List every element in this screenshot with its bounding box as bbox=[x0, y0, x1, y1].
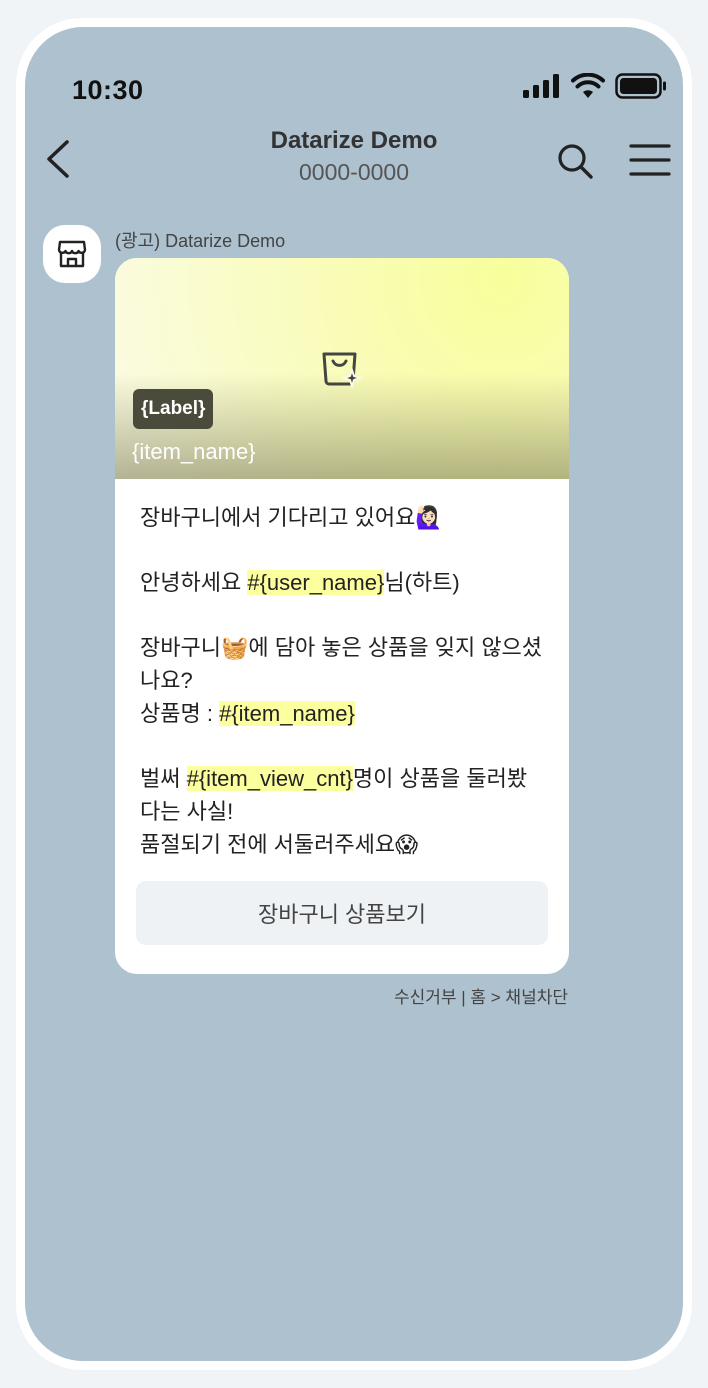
footer-links: 수신거부 | 홈 > 채널차단 bbox=[394, 983, 568, 1008]
shopping-bag-sparkle-icon bbox=[322, 352, 363, 390]
message-line: 품절되기 전에 서둘러주세요😱 bbox=[140, 832, 419, 857]
search-icon[interactable] bbox=[555, 141, 595, 181]
store-icon bbox=[57, 240, 87, 268]
message-card: {Label} {item_name} 장바구니에서 기다리고 있어요🙋🏻‍♀️… bbox=[115, 258, 569, 974]
hero-image[interactable]: {Label} {item_name} bbox=[115, 258, 569, 479]
message-line: 장바구니🧺에 담아 놓은 상품을 잊지 않으셨나요? bbox=[140, 635, 543, 693]
text-fragment: 벌써 bbox=[140, 766, 187, 791]
message-body: 장바구니에서 기다리고 있어요🙋🏻‍♀️ 안녕하세요 #{user_name}님… bbox=[115, 479, 569, 861]
message-line: 벌써 #{item_view_cnt}명이 상품을 둘러봤다는 사실! bbox=[140, 762, 545, 828]
variable-highlight: #{item_view_cnt} bbox=[186, 766, 353, 791]
view-cart-button[interactable]: 장바구니 상품보기 bbox=[136, 881, 548, 945]
phone-frame: 10:30 Datarize Demo 0000-0000 (광고) Datar… bbox=[16, 18, 692, 1370]
message-line: 상품명 : #{item_name} bbox=[140, 697, 545, 730]
separator: | bbox=[456, 988, 471, 1007]
menu-icon[interactable] bbox=[629, 143, 671, 177]
text-fragment: 님(하트) bbox=[384, 570, 460, 595]
status-icons bbox=[523, 73, 667, 99]
status-time: 10:30 bbox=[72, 75, 144, 105]
battery-icon bbox=[615, 73, 666, 99]
block-channel-link[interactable]: 홈 > 채널차단 bbox=[470, 988, 568, 1007]
variable-highlight: #{item_name} bbox=[219, 701, 355, 726]
sender-name: (광고) Datarize Demo bbox=[115, 231, 286, 251]
chat-screen: 10:30 Datarize Demo 0000-0000 (광고) Datar… bbox=[25, 27, 683, 1361]
signal-icon bbox=[523, 74, 559, 98]
hero-item-name: {item_name} bbox=[132, 439, 256, 464]
unsubscribe-link[interactable]: 수신거부 bbox=[394, 988, 457, 1007]
message-line: 장바구니에서 기다리고 있어요🙋🏻‍♀️ bbox=[140, 505, 443, 530]
channel-avatar[interactable] bbox=[43, 225, 101, 283]
wifi-icon bbox=[571, 73, 605, 98]
text-fragment: 상품명 : bbox=[140, 701, 220, 726]
variable-highlight: #{user_name} bbox=[247, 570, 385, 595]
hero-label-badge: {Label} bbox=[133, 389, 214, 429]
message-line: 안녕하세요 #{user_name}님(하트) bbox=[140, 566, 545, 599]
text-fragment: 안녕하세요 bbox=[140, 570, 248, 595]
